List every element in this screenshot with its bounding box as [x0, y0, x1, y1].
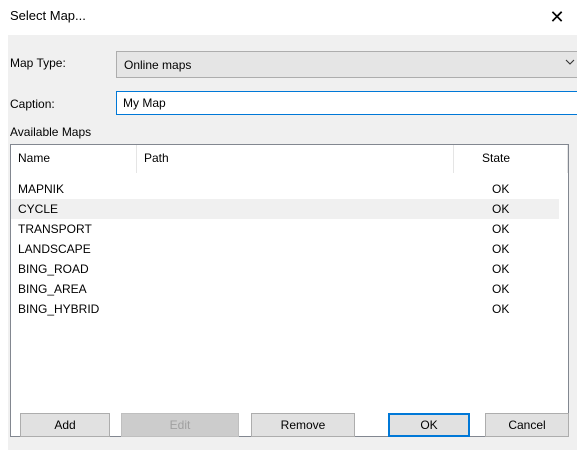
map-name: CYCLE [18, 202, 59, 216]
map-state: OK [492, 302, 510, 316]
map-name: LANDSCAPE [18, 242, 91, 256]
map-name: TRANSPORT [18, 222, 92, 236]
map-row-bing-area[interactable]: BING_AREA OK [11, 279, 559, 299]
available-maps-list[interactable]: Name Path State MAPNIK OK CYCLE OK TRANS… [10, 144, 569, 437]
map-row-cycle[interactable]: CYCLE OK [11, 199, 559, 219]
add-button[interactable]: Add [20, 413, 110, 437]
chevron-down-icon [565, 59, 575, 65]
dialog-title: Select Map... [10, 8, 86, 23]
map-row-bing-hybrid[interactable]: BING_HYBRID OK [11, 299, 559, 319]
map-state: OK [492, 222, 510, 236]
title-bar: Select Map... ✕ [0, 0, 577, 35]
map-state: OK [492, 202, 510, 216]
map-type-label: Map Type: [10, 56, 66, 70]
column-header-state[interactable]: State [454, 145, 567, 173]
ok-button[interactable]: OK [388, 413, 470, 437]
column-header-path[interactable]: Path [137, 145, 453, 173]
map-name: BING_HYBRID [18, 302, 100, 316]
close-icon[interactable]: ✕ [537, 0, 577, 35]
edit-button[interactable]: Edit [121, 413, 239, 437]
available-maps-label: Available Maps [10, 125, 92, 139]
map-name: MAPNIK [18, 182, 65, 196]
caption-input[interactable] [117, 92, 577, 114]
map-type-dropdown[interactable]: Online maps [116, 51, 577, 78]
map-type-value: Online maps [124, 58, 192, 72]
remove-button[interactable]: Remove [251, 413, 355, 437]
column-header-name[interactable]: Name [11, 145, 136, 173]
map-state: OK [492, 182, 510, 196]
map-name: BING_AREA [18, 282, 87, 296]
map-state: OK [492, 242, 510, 256]
cancel-button[interactable]: Cancel [485, 413, 569, 437]
map-row-mapnik[interactable]: MAPNIK OK [11, 179, 559, 199]
column-divider[interactable] [567, 145, 568, 173]
map-state: OK [492, 282, 510, 296]
caption-label: Caption: [10, 97, 55, 111]
select-map-dialog: Select Map... ✕ Map Type: Online maps Ca… [0, 0, 577, 450]
map-row-landscape[interactable]: LANDSCAPE OK [11, 239, 559, 259]
map-row-transport[interactable]: TRANSPORT OK [11, 219, 559, 239]
caption-field-box [116, 91, 577, 115]
map-state: OK [492, 262, 510, 276]
map-row-bing-road[interactable]: BING_ROAD OK [11, 259, 559, 279]
dialog-client-area: Map Type: Online maps Caption: Available… [8, 35, 577, 450]
map-name: BING_ROAD [18, 262, 89, 276]
list-header: Name Path State [11, 145, 568, 173]
